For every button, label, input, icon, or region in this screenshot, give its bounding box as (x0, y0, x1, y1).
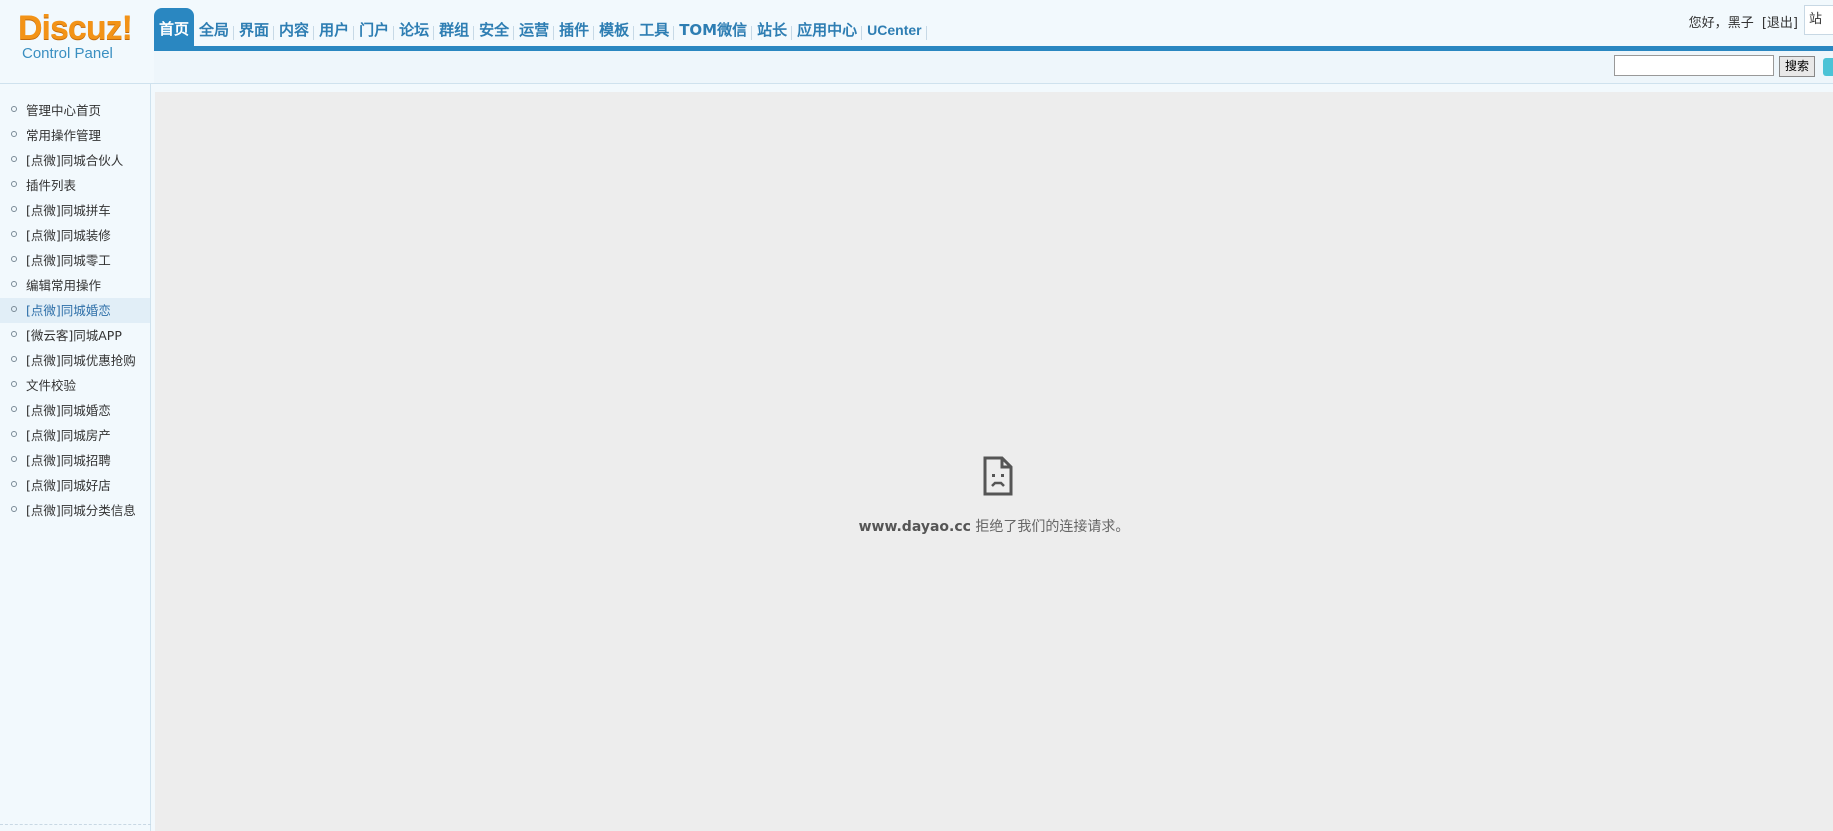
search-input[interactable] (1614, 55, 1774, 76)
sidebar-item[interactable]: [点微]同城装修 (0, 223, 150, 248)
sidebar-item[interactable]: [点微]同城分类信息 (0, 498, 150, 523)
nav-item[interactable]: 界面 (234, 14, 275, 46)
nav-item[interactable]: 用户 (314, 14, 355, 46)
sidebar-item-label: [点微]同城分类信息 (26, 503, 136, 518)
sidebar-item[interactable]: [点微]同城房产 (0, 423, 150, 448)
sub-toolbar (154, 51, 1833, 84)
nav-item[interactable]: 内容 (274, 14, 315, 46)
nav-item[interactable]: 全局 (194, 14, 235, 46)
sidebar-item-label: [点微]同城房产 (26, 428, 111, 443)
bullet-icon (11, 381, 17, 387)
site-box[interactable]: 站点 (1804, 5, 1833, 35)
nav-item[interactable]: 插件 (554, 14, 595, 46)
sidebar-item[interactable]: [点微]同城零工 (0, 248, 150, 273)
bullet-icon (11, 131, 17, 137)
sidebar-item[interactable]: 管理中心首页 (0, 98, 150, 123)
bullet-icon (11, 406, 17, 412)
sidebar-item[interactable]: 文件校验 (0, 373, 150, 398)
sidebar-item[interactable]: 常用操作管理 (0, 123, 150, 148)
search-button[interactable]: 搜索 (1779, 56, 1815, 77)
nav-item[interactable]: 运营 (514, 14, 555, 46)
bullet-icon (11, 431, 17, 437)
sidebar-item-label: [点微]同城招聘 (26, 453, 111, 468)
sidebar-item-label: [点微]同城婚恋 (26, 303, 111, 318)
sidebar-item-label: [点微]同城拼车 (26, 203, 111, 218)
top-nav: 首页 全局 界面 内容 用户 门户 论坛 群组 安全 运营 插件 模板 工具 TOM微信 站长 应用中心 UCe… (154, 8, 928, 46)
logo[interactable]: Discuz! Control Panel (0, 0, 154, 84)
sidebar-item[interactable]: 插件列表 (0, 173, 150, 198)
sidebar-item-label: [点微]同城优惠抢购 (26, 353, 136, 368)
sidebar-item[interactable]: [点微]同城合伙人 (0, 148, 150, 173)
bullet-icon (11, 481, 17, 487)
bullet-icon (11, 356, 17, 362)
bullet-icon (11, 231, 17, 237)
nav-item[interactable]: UCenter (862, 14, 928, 46)
sidebar-item[interactable]: [点微]同城好店 (0, 473, 150, 498)
sidebar-item-label: [微云客]同城APP (26, 328, 122, 343)
nav-item[interactable]: 门户 (354, 14, 395, 46)
bullet-icon (11, 106, 17, 112)
sidebar-menu: 管理中心首页 常用操作管理 [点微]同城合伙人 插件列表 [点微]同城拼车 [点微]同城装… (0, 84, 150, 523)
logo-brand: Discuz! (18, 9, 133, 47)
user-info: 您好，黑子 [退出] (1685, 12, 1798, 31)
sidebar-item-label: 插件列表 (26, 178, 77, 193)
bullet-icon (11, 331, 17, 337)
nav-item[interactable]: 群组 (434, 14, 475, 46)
sidebar-item[interactable]: [点微]同城拼车 (0, 198, 150, 223)
sidebar: 管理中心首页 常用操作管理 [点微]同城合伙人 插件列表 [点微]同城拼车 [点微]同城装… (0, 84, 151, 831)
sidebar-bottom-divider (0, 824, 151, 825)
sidebar-item-label: [点微]同城好店 (26, 478, 111, 493)
nav-item[interactable]: 模板 (594, 14, 635, 46)
greeting-text: 您好， (1688, 16, 1728, 31)
error-host: www.dayao.cc (858, 519, 971, 535)
nav-item[interactable]: 论坛 (394, 14, 435, 46)
bullet-icon (11, 181, 17, 187)
sidebar-item-label: 管理中心首页 (26, 103, 102, 118)
bullet-icon (11, 256, 17, 262)
sidebar-item[interactable]: [点微]同城婚恋 (0, 298, 150, 323)
sidebar-item[interactable]: [点微]同城招聘 (0, 448, 150, 473)
sidebar-item[interactable]: [微云客]同城APP (0, 323, 150, 348)
bullet-icon (11, 506, 17, 512)
username: 黑子 (1727, 16, 1754, 31)
content-frame: www.dayao.cc 拒绝了我们的连接请求。 (155, 92, 1833, 831)
sidebar-item-label: 常用操作管理 (26, 128, 102, 143)
nav-item[interactable]: 站长 (752, 14, 793, 46)
nav-item[interactable]: TOM微信 (674, 14, 753, 46)
sidebar-item-label: [点微]同城零工 (26, 253, 111, 268)
sidebar-item[interactable]: 编辑常用操作 (0, 273, 150, 298)
sidebar-item-label: [点微]同城装修 (26, 228, 111, 243)
sidebar-item-label: 文件校验 (26, 378, 77, 393)
sad-document-icon (983, 456, 1013, 496)
sidebar-item-label: [点微]同城婚恋 (26, 403, 111, 418)
right-toggle-tab[interactable] (1823, 58, 1833, 76)
sidebar-item[interactable]: [点微]同城婚恋 (0, 398, 150, 423)
nav-item[interactable]: 工具 (634, 14, 675, 46)
bullet-icon (11, 456, 17, 462)
sidebar-item[interactable]: [点微]同城优惠抢购 (0, 348, 150, 373)
error-text: 拒绝了我们的连接请求。 (975, 519, 1130, 535)
nav-item[interactable]: 首页 (154, 8, 195, 46)
nav-item[interactable]: 安全 (474, 14, 515, 46)
bullet-icon (11, 306, 17, 312)
sidebar-item-label: 编辑常用操作 (26, 278, 102, 293)
bullet-icon (11, 206, 17, 212)
error-message: www.dayao.cc 拒绝了我们的连接请求。 (155, 516, 1833, 536)
logo-subtitle: Control Panel (22, 45, 113, 62)
nav-item[interactable]: 应用中心 (792, 14, 863, 46)
bullet-icon (11, 156, 17, 162)
bullet-icon (11, 281, 17, 287)
sidebar-item-label: [点微]同城合伙人 (26, 153, 124, 168)
logout-link[interactable]: [退出] (1762, 16, 1798, 31)
